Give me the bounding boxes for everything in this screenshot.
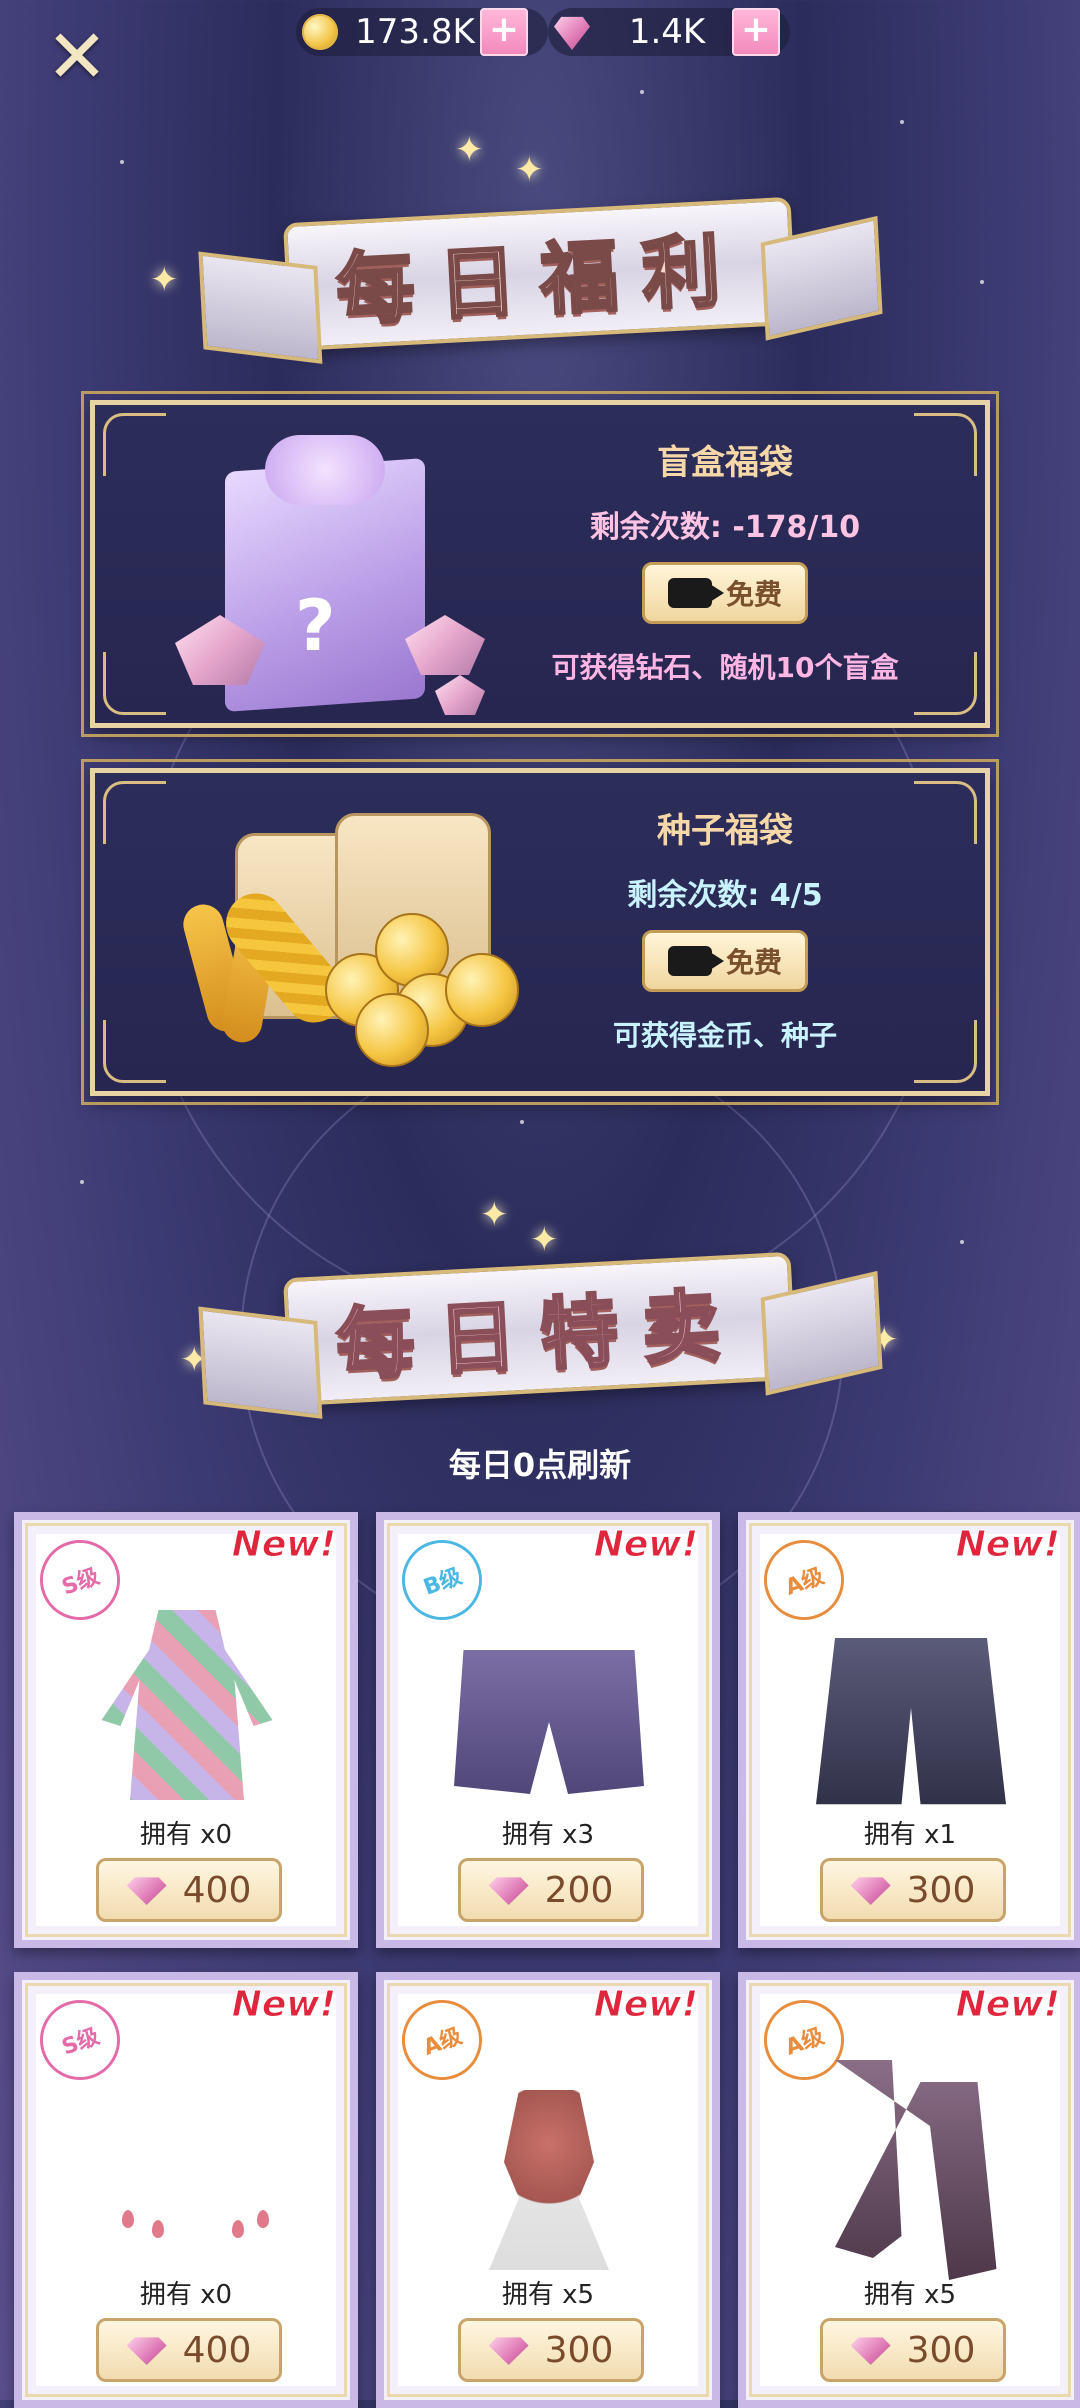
price: 300 <box>906 1869 976 1911</box>
new-badge: New! <box>955 1984 1060 2026</box>
owned-count: 拥有 x5 <box>501 2280 595 2310</box>
new-badge: New! <box>955 1524 1060 1566</box>
gem-icon <box>488 2337 529 2365</box>
gem-icon <box>554 16 590 50</box>
daily-welfare-banner: 每日福利 <box>282 196 798 352</box>
video-camera-icon <box>667 946 724 976</box>
gem-icon <box>126 1877 167 1905</box>
buy-button[interactable]: 400 <box>96 1858 282 1922</box>
owned-count: 拥有 x1 <box>863 1820 957 1850</box>
blind-box-free-button[interactable]: 免费 <box>642 562 808 624</box>
blind-box-reward: 可获得钻石、随机10个盲盒 <box>551 651 899 684</box>
seed-bag-reward: 可获得金币、种子 <box>612 1019 837 1052</box>
seed-bag-card: 种子福袋 剩余次数: 4/5 免费 可获得金币、种子 <box>81 759 999 1105</box>
gem-icon <box>850 1877 891 1905</box>
close-button[interactable]: ✕ <box>42 20 112 94</box>
sale-item-card[interactable]: New! A级 拥有 x5 300 <box>376 1972 720 2408</box>
video-camera-icon <box>667 578 724 608</box>
sparkle-icon: ✦ <box>480 1195 509 1235</box>
buy-button[interactable]: 300 <box>458 2318 644 2382</box>
sparkle-icon: ✦ <box>515 150 544 190</box>
price: 200 <box>544 1869 614 1911</box>
blind-box-title: 盲盒福袋 <box>657 443 793 483</box>
gem-counter: 1.4K + <box>548 8 790 56</box>
new-badge: New! <box>231 1524 336 1566</box>
owned-count: 拥有 x0 <box>139 1820 233 1850</box>
new-badge: New! <box>593 1984 698 2026</box>
buy-button[interactable]: 200 <box>458 1858 644 1922</box>
blind-box-image: ? <box>155 425 535 715</box>
price: 300 <box>906 2329 976 2371</box>
price: 300 <box>544 2329 614 2371</box>
refresh-note: 每日0点刷新 <box>448 1446 632 1484</box>
gem-icon <box>488 1877 529 1905</box>
daily-sale-banner: 每日特卖 <box>282 1251 798 1407</box>
daily-welfare-title: 每日福利 <box>333 224 748 338</box>
sale-item-card[interactable]: New! S级 拥有 x0 400 <box>14 1512 358 1948</box>
seed-bag-remaining: 剩余次数: 4/5 <box>627 878 823 913</box>
top-bar: ✕ 173.8K + 1.4K + <box>0 0 1080 94</box>
sparkle-icon: ✦ <box>150 260 179 300</box>
blind-box-remaining: 剩余次数: -178/10 <box>589 510 861 545</box>
buy-button[interactable]: 400 <box>96 2318 282 2382</box>
blind-box-bag-card: ? 盲盒福袋 剩余次数: -178/10 免费 可获得钻石、随机10个盲盒 <box>81 391 999 737</box>
owned-count: 拥有 x5 <box>863 2280 957 2310</box>
sale-item-card[interactable]: New! B级 拥有 x3 200 <box>376 1512 720 1948</box>
owned-count: 拥有 x0 <box>139 2280 233 2310</box>
new-badge: New! <box>593 1524 698 1566</box>
sparkle-icon: ✦ <box>530 1220 559 1260</box>
free-label: 免费 <box>725 946 782 979</box>
close-icon: ✕ <box>45 14 108 100</box>
sale-item-card[interactable]: New! A级 拥有 x1 300 <box>738 1512 1080 1948</box>
buy-button[interactable]: 300 <box>820 2318 1006 2382</box>
sparkle-icon: ✦ <box>455 130 484 170</box>
owned-count: 拥有 x3 <box>501 1820 595 1850</box>
sale-item-card[interactable]: New! S级 拥有 x0 400 <box>14 1972 358 2408</box>
add-gems-button[interactable]: + <box>732 8 780 56</box>
daily-sale-title: 每日特卖 <box>333 1279 748 1393</box>
gem-amount: 1.4K <box>628 12 706 52</box>
cheek-blush-image <box>92 2070 282 2270</box>
price: 400 <box>182 2329 252 2371</box>
add-coins-button[interactable]: + <box>480 8 528 56</box>
seed-bag-title: 种子福袋 <box>657 811 793 851</box>
sale-item-card[interactable]: New! A级 拥有 x5 300 <box>738 1972 1080 2408</box>
coin-icon <box>302 14 338 50</box>
new-badge: New! <box>231 1984 336 2026</box>
gem-icon <box>126 2337 167 2365</box>
price: 400 <box>182 1869 252 1911</box>
coin-counter: 173.8K + <box>296 8 548 56</box>
seed-bag-image <box>155 793 535 1073</box>
gem-icon <box>850 2337 891 2365</box>
buy-button[interactable]: 300 <box>820 1858 1006 1922</box>
seed-bag-free-button[interactable]: 免费 <box>642 930 808 992</box>
free-label: 免费 <box>725 578 782 611</box>
coin-amount: 173.8K <box>355 12 475 52</box>
